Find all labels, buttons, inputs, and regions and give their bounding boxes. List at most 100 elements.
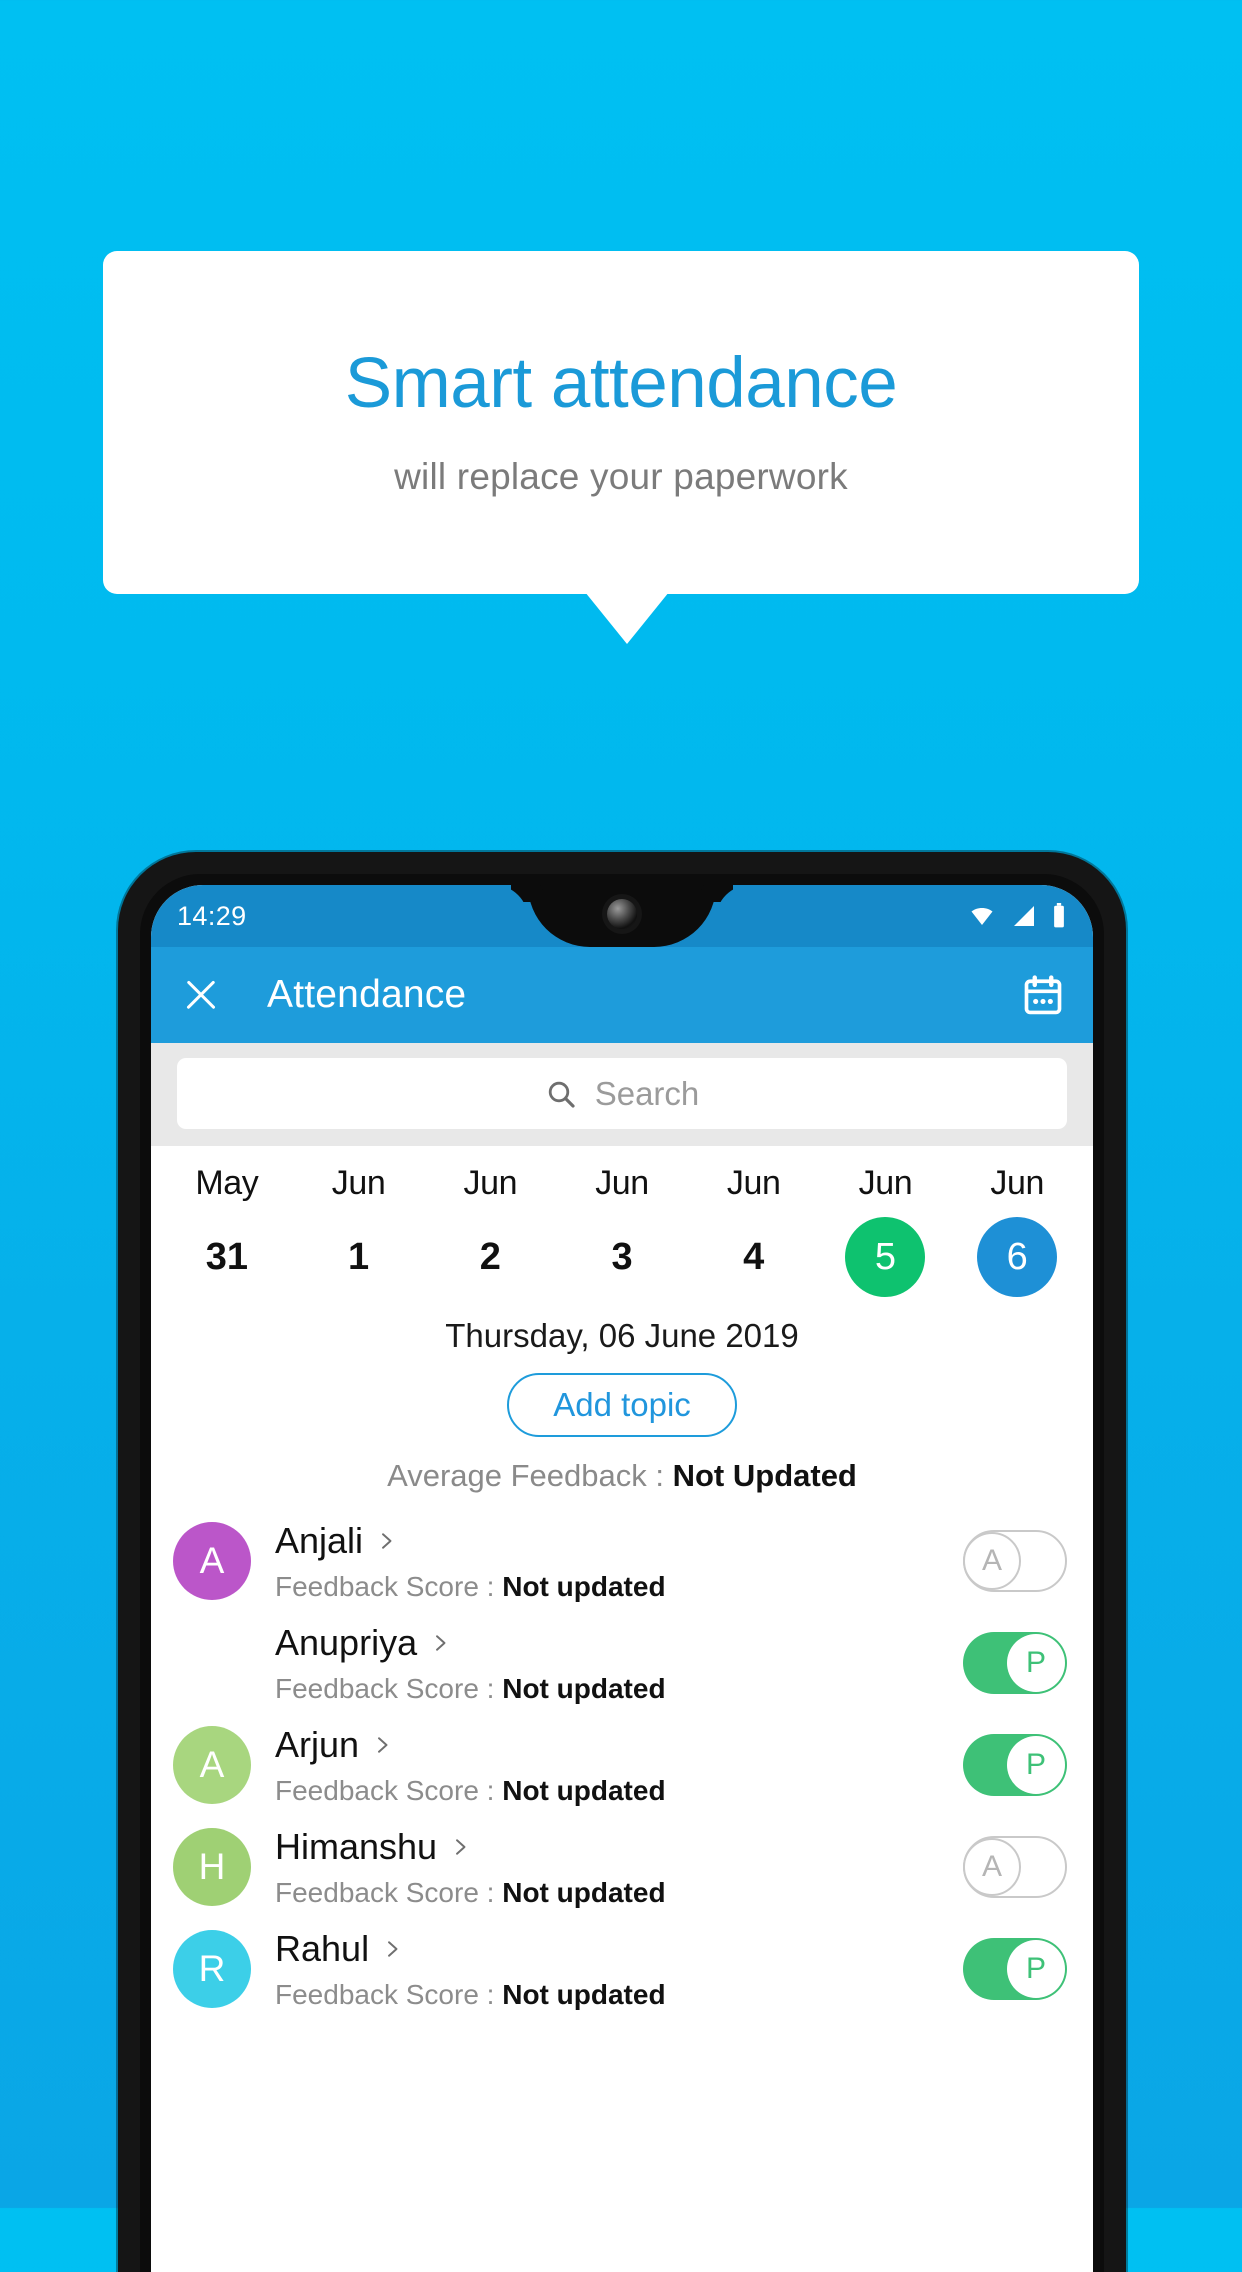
attendance-toggle[interactable]: P xyxy=(963,1632,1067,1694)
battery-icon xyxy=(1054,903,1064,928)
date-day-3[interactable]: 3 xyxy=(582,1217,662,1297)
feedback-score-label: Feedback Score : xyxy=(275,1570,503,1602)
feedback-score: Feedback Score : Not updated xyxy=(275,1979,963,2011)
page-title: Smart attendance xyxy=(344,344,898,424)
average-feedback-label: Average Feedback : xyxy=(387,1458,673,1493)
average-feedback: Average Feedback : Not Updated xyxy=(151,1458,1093,1494)
date-column[interactable]: Jun 1 xyxy=(293,1164,425,1297)
attendance-toggle-knob: P xyxy=(1007,1634,1065,1692)
attendance-toggle-knob: A xyxy=(963,1838,1021,1896)
student-name: Anjali xyxy=(275,1519,364,1561)
chevron-right-icon[interactable] xyxy=(383,1940,401,1958)
student-name-line[interactable]: Anupriya xyxy=(275,1622,963,1664)
search-icon xyxy=(548,1081,575,1108)
date-month-label: Jun xyxy=(726,1164,781,1202)
student-info: Arjun Feedback Score : Not updated xyxy=(275,1724,963,1807)
feedback-score-value: Not updated xyxy=(502,1876,666,1908)
student-info: Rahul Feedback Score : Not updated xyxy=(275,1928,963,2011)
feedback-score: Feedback Score : Not updated xyxy=(275,1877,963,1909)
signal-icon xyxy=(1014,906,1034,926)
date-day-1[interactable]: 1 xyxy=(319,1217,399,1297)
add-topic-container: Add topic xyxy=(151,1373,1093,1437)
selected-date-label: Thursday, 06 June 2019 xyxy=(445,1317,799,1354)
app-bar: Attendance xyxy=(151,947,1093,1043)
date-month-label: Jun xyxy=(331,1164,386,1202)
search-container: Search xyxy=(151,1043,1093,1146)
search-placeholder: Search xyxy=(594,1074,700,1112)
add-topic-button[interactable]: Add topic xyxy=(507,1373,737,1437)
status-time: 14:29 xyxy=(177,900,247,931)
date-month-label: Jun xyxy=(595,1164,649,1202)
date-month-label: Jun xyxy=(990,1164,1044,1202)
student-row[interactable]: H Himanshu Feedback Score : Not updated A xyxy=(151,1816,1093,1918)
student-name-line[interactable]: Himanshu xyxy=(275,1826,963,1868)
feedback-score-label: Feedback Score : xyxy=(275,1672,503,1704)
close-icon[interactable] xyxy=(179,973,223,1017)
avatar: A xyxy=(173,1726,251,1804)
student-row[interactable]: R Rahul Feedback Score : Not updated P xyxy=(151,1918,1093,2020)
feedback-score-label: Feedback Score : xyxy=(275,1876,503,1908)
feedback-score-value: Not updated xyxy=(502,1672,666,1704)
student-row[interactable]: A Anupriya Feedback Score : Not updated P xyxy=(151,1612,1093,1714)
avatar: A xyxy=(173,1522,251,1600)
phone-screen: 14:29 Attendance Search May 31 Jun 1 Jun… xyxy=(151,885,1093,2272)
student-name: Rahul xyxy=(275,1927,370,1969)
feedback-score-value: Not updated xyxy=(502,1570,666,1602)
avatar: R xyxy=(173,1930,251,2008)
date-column[interactable]: Jun 4 xyxy=(688,1164,820,1297)
date-column[interactable]: May 31 xyxy=(161,1164,293,1297)
date-column[interactable]: Jun 3 xyxy=(556,1164,688,1297)
date-day-4[interactable]: 4 xyxy=(714,1217,794,1297)
date-column[interactable]: Jun 6 xyxy=(951,1164,1083,1297)
feedback-score-label: Feedback Score : xyxy=(275,1978,503,2010)
student-name: Himanshu xyxy=(275,1825,438,1867)
search-input[interactable]: Search xyxy=(177,1058,1067,1129)
student-list: A Anjali Feedback Score : Not updated A A Anu… xyxy=(151,1510,1093,2020)
date-month-label: May xyxy=(195,1164,259,1202)
date-month-label: Jun xyxy=(463,1164,518,1202)
status-icons xyxy=(967,903,1067,929)
phone-bezel: 14:29 Attendance Search May 31 Jun 1 Jun… xyxy=(140,874,1104,2272)
attendance-toggle[interactable]: A xyxy=(963,1836,1067,1898)
student-name-line[interactable]: Anjali xyxy=(275,1520,963,1562)
speech-bubble-tail xyxy=(585,592,669,644)
chevron-right-icon[interactable] xyxy=(377,1532,395,1550)
student-name-line[interactable]: Arjun xyxy=(275,1724,963,1766)
attendance-toggle-knob: P xyxy=(1007,1736,1065,1794)
avatar: A xyxy=(199,1642,225,1683)
date-column[interactable]: Jun 5 xyxy=(820,1164,952,1297)
attendance-toggle[interactable]: P xyxy=(963,1938,1067,2000)
feedback-score-label: Feedback Score : xyxy=(275,1774,503,1806)
student-row[interactable]: A Anjali Feedback Score : Not updated A xyxy=(151,1510,1093,1612)
date-day-31[interactable]: 31 xyxy=(187,1217,267,1297)
student-name-line[interactable]: Rahul xyxy=(275,1928,963,1970)
attendance-toggle-knob: P xyxy=(1007,1940,1065,1998)
feedback-score: Feedback Score : Not updated xyxy=(275,1571,963,1603)
date-day-6[interactable]: 6 xyxy=(977,1217,1058,1297)
phone-frame: 14:29 Attendance Search May 31 Jun 1 Jun… xyxy=(118,852,1126,2272)
student-row[interactable]: A Arjun Feedback Score : Not updated P xyxy=(151,1714,1093,1816)
date-day-5[interactable]: 5 xyxy=(845,1217,926,1297)
attendance-toggle[interactable]: A xyxy=(963,1530,1067,1592)
promo-subtitle: will replace your paperwork xyxy=(394,455,848,497)
date-column[interactable]: Jun 2 xyxy=(424,1164,556,1297)
chevron-right-icon[interactable] xyxy=(451,1838,469,1856)
front-camera-icon xyxy=(607,899,637,929)
chevron-right-icon[interactable] xyxy=(431,1634,449,1652)
student-info: Anjali Feedback Score : Not updated xyxy=(275,1520,963,1603)
student-info: Himanshu Feedback Score : Not updated xyxy=(275,1826,963,1909)
student-name: Arjun xyxy=(275,1723,360,1765)
student-name: Anupriya xyxy=(275,1621,418,1663)
calendar-icon[interactable] xyxy=(1021,973,1065,1017)
student-info: Anupriya Feedback Score : Not updated xyxy=(275,1622,963,1705)
feedback-score-value: Not updated xyxy=(502,1774,666,1806)
attendance-toggle[interactable]: P xyxy=(963,1734,1067,1796)
avatar: H xyxy=(173,1828,251,1906)
promo-card: Smart attendance will replace your paper… xyxy=(103,251,1139,594)
feedback-score-value: Not updated xyxy=(502,1978,666,2010)
date-strip: May 31 Jun 1 Jun 2 Jun 3 Jun 4 Jun 5 Jun 6 xyxy=(151,1146,1093,1303)
date-day-2[interactable]: 2 xyxy=(450,1217,530,1297)
attendance-toggle-knob: A xyxy=(963,1532,1021,1590)
chevron-right-icon[interactable] xyxy=(373,1736,391,1754)
feedback-score: Feedback Score : Not updated xyxy=(275,1673,963,1705)
